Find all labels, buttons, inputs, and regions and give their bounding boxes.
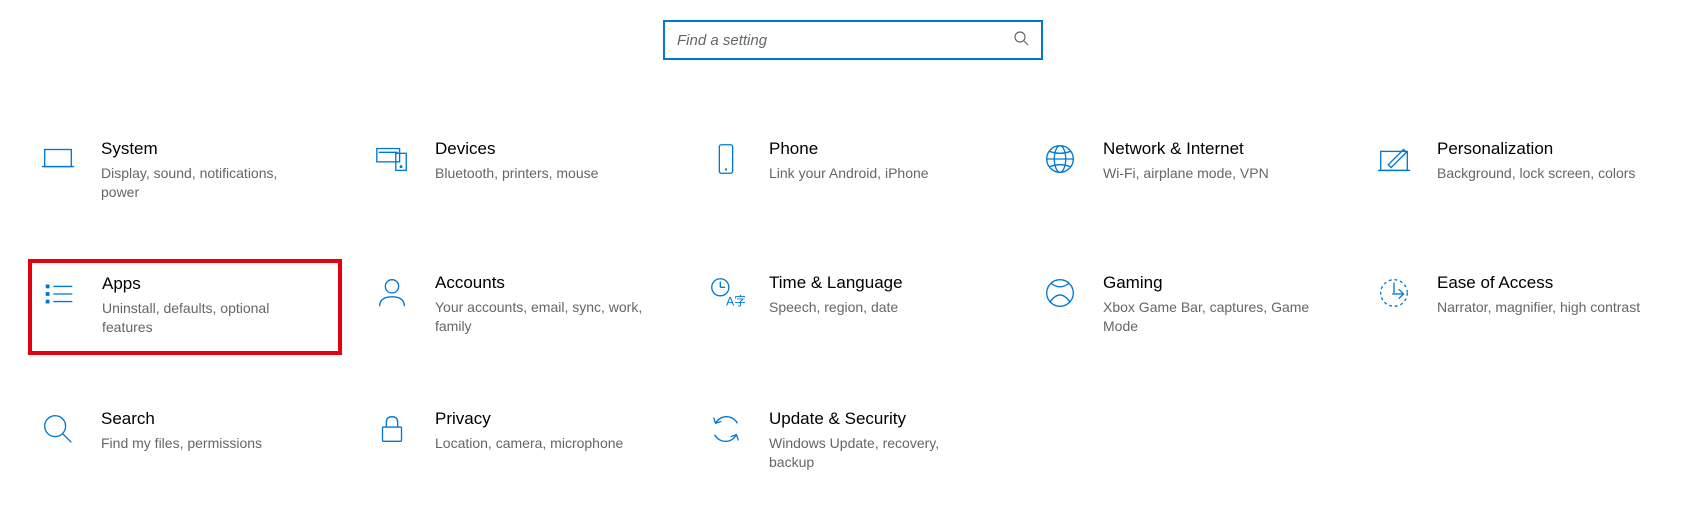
category-title: Devices xyxy=(435,138,667,160)
devices-icon xyxy=(371,138,413,178)
category-desc: Uninstall, defaults, optional features xyxy=(102,299,312,337)
ease-of-access-icon xyxy=(1373,272,1415,312)
category-desc: Location, camera, microphone xyxy=(435,434,645,453)
search-box[interactable] xyxy=(663,20,1043,60)
category-update-security[interactable]: Update & Security Windows Update, recove… xyxy=(696,395,1010,489)
category-desc: Bluetooth, printers, mouse xyxy=(435,164,645,183)
category-accounts[interactable]: Accounts Your accounts, email, sync, wor… xyxy=(362,259,676,355)
category-phone[interactable]: Phone Link your Android, iPhone xyxy=(696,125,1010,219)
category-time-language[interactable]: A字 Time & Language Speech, region, date xyxy=(696,259,1010,355)
magnifier-icon xyxy=(37,408,79,448)
category-desc: Background, lock screen, colors xyxy=(1437,164,1647,183)
category-apps[interactable]: Apps Uninstall, defaults, optional featu… xyxy=(28,259,342,355)
category-title: Privacy xyxy=(435,408,667,430)
xbox-icon xyxy=(1039,272,1081,312)
category-desc: Display, sound, notifications, power xyxy=(101,164,311,202)
category-personalization[interactable]: Personalization Background, lock screen,… xyxy=(1364,125,1678,219)
sync-icon xyxy=(705,408,747,448)
category-title: Network & Internet xyxy=(1103,138,1335,160)
time-language-icon: A字 xyxy=(705,272,747,312)
search-icon xyxy=(1013,30,1029,51)
search-container xyxy=(663,20,1043,60)
category-network-internet[interactable]: Network & Internet Wi-Fi, airplane mode,… xyxy=(1030,125,1344,219)
category-desc: Find my files, permissions xyxy=(101,434,311,453)
settings-categories-grid: System Display, sound, notifications, po… xyxy=(28,125,1678,489)
category-title: Ease of Access xyxy=(1437,272,1669,294)
apps-icon xyxy=(38,273,80,313)
phone-icon xyxy=(705,138,747,178)
lock-icon xyxy=(371,408,413,448)
category-desc: Link your Android, iPhone xyxy=(769,164,979,183)
category-system[interactable]: System Display, sound, notifications, po… xyxy=(28,125,342,219)
category-title: Search xyxy=(101,408,333,430)
category-title: Phone xyxy=(769,138,1001,160)
svg-text:A字: A字 xyxy=(726,293,745,308)
category-search[interactable]: Search Find my files, permissions xyxy=(28,395,342,489)
person-icon xyxy=(371,272,413,312)
category-privacy[interactable]: Privacy Location, camera, microphone xyxy=(362,395,676,489)
category-ease-of-access[interactable]: Ease of Access Narrator, magnifier, high… xyxy=(1364,259,1678,355)
category-title: Personalization xyxy=(1437,138,1669,160)
globe-icon xyxy=(1039,138,1081,178)
category-desc: Speech, region, date xyxy=(769,298,979,317)
system-icon xyxy=(37,138,79,178)
category-title: Update & Security xyxy=(769,408,1001,430)
category-title: System xyxy=(101,138,333,160)
category-desc: Narrator, magnifier, high contrast xyxy=(1437,298,1647,317)
category-desc: Windows Update, recovery, backup xyxy=(769,434,979,472)
search-input[interactable] xyxy=(677,32,1013,49)
category-desc: Xbox Game Bar, captures, Game Mode xyxy=(1103,298,1313,336)
category-title: Time & Language xyxy=(769,272,1001,294)
category-title: Gaming xyxy=(1103,272,1335,294)
category-gaming[interactable]: Gaming Xbox Game Bar, captures, Game Mod… xyxy=(1030,259,1344,355)
category-desc: Wi-Fi, airplane mode, VPN xyxy=(1103,164,1313,183)
category-title: Apps xyxy=(102,273,332,295)
category-devices[interactable]: Devices Bluetooth, printers, mouse xyxy=(362,125,676,219)
category-desc: Your accounts, email, sync, work, family xyxy=(435,298,645,336)
category-title: Accounts xyxy=(435,272,667,294)
personalization-icon xyxy=(1373,138,1415,178)
